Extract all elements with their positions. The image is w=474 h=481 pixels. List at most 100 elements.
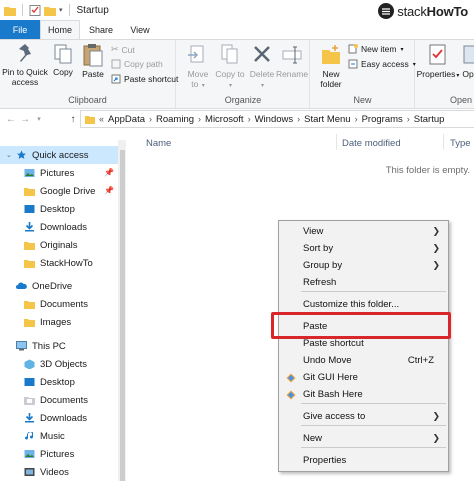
title-bar: ▾ Startup stackHowTo <box>0 0 474 20</box>
column-divider[interactable] <box>336 134 337 150</box>
breadcrumb-startup[interactable]: Startup <box>414 114 445 125</box>
menu-item-git-gui-here[interactable]: Git GUI Here <box>279 369 448 386</box>
chevron-right-icon[interactable]: › <box>355 114 358 124</box>
divider <box>22 4 23 16</box>
menu-item-shortcut: Ctrl+Z <box>407 355 434 366</box>
breadcrumb-windows[interactable]: Windows <box>255 114 294 125</box>
paste-shortcut-button[interactable]: Paste shortcut <box>111 74 178 84</box>
computer-icon <box>16 341 27 351</box>
nav-onedrive[interactable]: OneDrive <box>0 277 118 295</box>
new-folder-icon[interactable] <box>44 5 56 16</box>
column-header-type[interactable]: Type <box>450 138 471 149</box>
copy-path-icon <box>111 59 121 69</box>
open-button[interactable]: Op <box>462 43 474 79</box>
menu-item-group-by[interactable]: Group by ❯ <box>279 257 448 274</box>
menu-item-undo-move[interactable]: Undo Move Ctrl+Z <box>279 352 448 369</box>
breadcrumb-microsoft[interactable]: Microsoft <box>205 114 244 125</box>
navigation-bar: ← → ▾ ↑ « AppData › Roaming › Microsoft … <box>0 110 474 128</box>
copy-path-button[interactable]: Copy path <box>111 59 163 69</box>
breadcrumb-appdata[interactable]: AppData <box>108 114 145 125</box>
column-header-name[interactable]: Name <box>146 138 171 149</box>
overflow-chevron-icon[interactable]: « <box>99 114 104 124</box>
new-item-icon <box>348 44 358 54</box>
nav-item-label: Originals <box>40 239 78 251</box>
breadcrumb-roaming[interactable]: Roaming <box>156 114 194 125</box>
forward-button[interactable]: → <box>18 114 32 125</box>
chevron-right-icon[interactable]: › <box>198 114 201 124</box>
nav-item[interactable]: Pictures <box>0 445 118 463</box>
new-folder-button[interactable]: New folder <box>315 43 347 89</box>
breadcrumb-programs[interactable]: Programs <box>362 114 403 125</box>
menu-item-give-access-to[interactable]: Give access to ❯ <box>279 408 448 425</box>
clipboard-group-label: Clipboard <box>68 95 107 105</box>
column-header-date-modified[interactable]: Date modified <box>342 138 401 149</box>
folder-icon <box>24 319 35 327</box>
pin-to-quick-access-button[interactable]: Pin to Quick access <box>2 43 48 87</box>
nav-item[interactable]: StackHowTo <box>0 254 118 272</box>
nav-item[interactable]: Videos <box>0 463 118 481</box>
up-button[interactable]: ↑ <box>66 114 80 125</box>
pin-icon[interactable]: 📌 <box>104 168 114 177</box>
nav-item[interactable]: Downloads <box>0 409 118 427</box>
tab-file[interactable]: File <box>0 20 40 39</box>
easy-access-button[interactable]: Easy access ▾ <box>348 59 416 69</box>
nav-item[interactable]: Desktop <box>0 200 118 218</box>
menu-item-properties[interactable]: Properties <box>279 452 448 469</box>
nav-item[interactable]: Originals <box>0 236 118 254</box>
nav-item[interactable]: Documents <box>0 295 118 313</box>
menu-item-label: Undo Move <box>303 355 352 366</box>
nav-item[interactable]: Google Drive 📌 <box>0 182 118 200</box>
address-bar[interactable]: « AppData › Roaming › Microsoft › Window… <box>80 110 474 128</box>
paste-highlight-box <box>271 312 451 339</box>
chevron-down-icon[interactable]: ▾ <box>59 6 63 14</box>
nav-item[interactable]: 3D Objects <box>0 355 118 373</box>
pin-icon[interactable]: 📌 <box>104 186 114 195</box>
column-divider[interactable] <box>443 134 444 150</box>
menu-item-refresh[interactable]: Refresh <box>279 274 448 291</box>
tab-view[interactable]: View <box>122 20 158 39</box>
copy-to-button[interactable]: Copy to ▾ <box>215 43 245 91</box>
nav-item[interactable]: Pictures 📌 <box>0 164 118 182</box>
recent-locations-button[interactable]: ▾ <box>32 115 46 123</box>
menu-item-new[interactable]: New ❯ <box>279 430 448 447</box>
chevron-right-icon[interactable]: › <box>297 114 300 124</box>
chevron-down-icon[interactable]: ⌄ <box>6 151 14 159</box>
tab-home[interactable]: Home <box>40 20 80 39</box>
nav-item[interactable]: Downloads <box>0 218 118 236</box>
ribbon: Pin to Quick access Copy Paste ✂ Cut Cop… <box>0 39 474 109</box>
back-button[interactable]: ← <box>4 114 18 125</box>
menu-item-git-bash-here[interactable]: Git Bash Here <box>279 386 448 403</box>
breadcrumb-start-menu[interactable]: Start Menu <box>304 114 350 125</box>
navigation-scrollbar-thumb[interactable] <box>120 150 125 481</box>
menu-item-customize-this-folder[interactable]: Customize this folder... <box>279 296 448 313</box>
chevron-right-icon[interactable]: › <box>149 114 152 124</box>
move-to-button[interactable]: Move to ▾ <box>183 43 213 91</box>
menu-item-view[interactable]: View ❯ <box>279 223 448 240</box>
copy-button[interactable]: Copy <box>50 43 76 77</box>
videos-icon <box>24 468 35 476</box>
tab-share[interactable]: Share <box>80 20 122 39</box>
properties-check-icon[interactable] <box>29 4 41 16</box>
folder-icon <box>24 301 35 309</box>
nav-item[interactable]: Documents <box>0 391 118 409</box>
nav-item[interactable]: Images <box>0 313 118 331</box>
nav-item[interactable]: Desktop <box>0 373 118 391</box>
paste-button[interactable]: Paste <box>80 43 106 79</box>
rename-button[interactable]: Rename <box>276 43 308 79</box>
delete-button[interactable]: Delete ▾ <box>249 43 275 91</box>
menu-item-sort-by[interactable]: Sort by ❯ <box>279 240 448 257</box>
properties-button[interactable]: Properties▾ <box>417 43 459 81</box>
chevron-right-icon[interactable]: › <box>407 114 410 124</box>
empty-folder-message: This folder is empty. <box>385 165 470 176</box>
chevron-right-icon[interactable]: › <box>248 114 251 124</box>
nav-this-pc[interactable]: This PC <box>0 337 118 355</box>
nav-item-label: Documents <box>40 298 89 310</box>
downloads-icon <box>25 222 34 232</box>
nav-item[interactable]: Music <box>0 427 118 445</box>
organize-group-label: Organize <box>224 95 262 105</box>
cut-button[interactable]: ✂ Cut <box>111 44 135 55</box>
nav-quick-access[interactable]: ⌄ Quick access <box>0 146 118 164</box>
menu-item-label: Group by <box>303 260 343 271</box>
new-item-button[interactable]: New item ▾ <box>348 44 403 54</box>
nav-item-label: Pictures <box>40 448 75 460</box>
